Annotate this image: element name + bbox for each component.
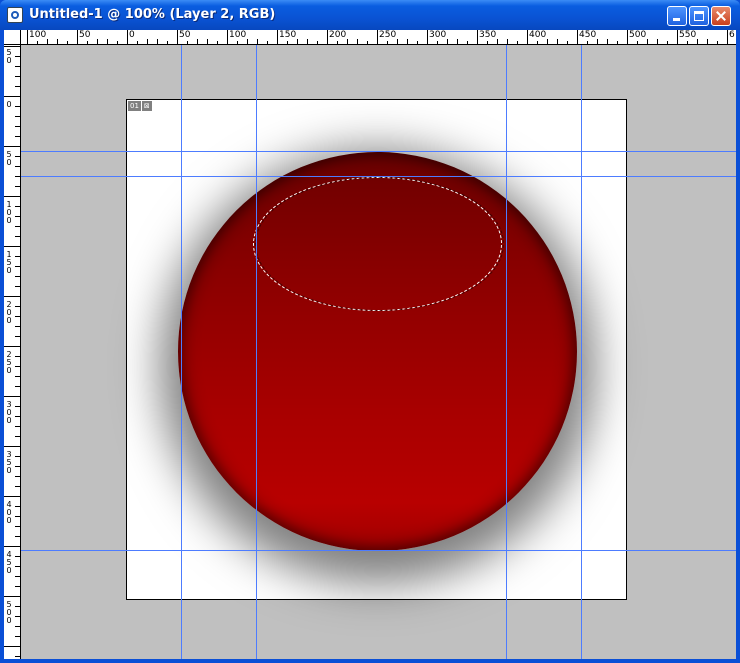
- close-icon: [712, 7, 730, 25]
- elliptical-selection-marquee[interactable]: [253, 177, 502, 311]
- ruler-label: 4 0 0: [6, 500, 12, 525]
- vertical-guide[interactable]: [256, 45, 257, 659]
- vertical-guide[interactable]: [506, 45, 507, 659]
- horizontal-guide[interactable]: [21, 550, 736, 551]
- vertical-ruler[interactable]: 5 0 0 5 0 1 0 0 1 5 0 2 0 0 2 5 0 3 0 0 …: [4, 45, 21, 659]
- ruler-label: 100: [229, 30, 247, 40]
- document-client-area: 100 50 0 50 100 150 200 250 300 350 400 …: [4, 30, 736, 659]
- ruler-label: 450: [579, 30, 597, 40]
- ruler-label: 1 5 0: [6, 250, 12, 275]
- ruler-label: 3 0 0: [6, 400, 12, 425]
- document-window: Untitled-1 @ 100% (Layer 2, RGB) 100 50 …: [0, 0, 740, 663]
- ruler-label: 6: [729, 30, 735, 40]
- ruler-label: 100: [29, 30, 47, 40]
- ruler-label: 5 0: [6, 48, 12, 65]
- ruler-label: 4 5 0: [6, 550, 12, 575]
- layer-badge: 01 ⊠: [128, 101, 152, 111]
- close-button[interactable]: [711, 6, 731, 26]
- ruler-label: 50: [179, 30, 191, 40]
- ruler-label: 2 5 0: [6, 350, 12, 375]
- ruler-label: 2 0 0: [6, 300, 12, 325]
- horizontal-guide[interactable]: [21, 151, 736, 152]
- window-title: Untitled-1 @ 100% (Layer 2, RGB): [29, 7, 276, 22]
- ruler-label: 1 0 0: [6, 200, 12, 225]
- ruler-label: 500: [629, 30, 647, 40]
- ruler-label: 300: [429, 30, 447, 40]
- canvas-workspace[interactable]: 01 ⊠: [21, 45, 736, 659]
- maximize-button[interactable]: [689, 6, 709, 26]
- ruler-label: 350: [479, 30, 497, 40]
- ruler-label: 150: [279, 30, 297, 40]
- ruler-label: 200: [329, 30, 347, 40]
- ruler-label: 5 0: [6, 150, 12, 167]
- vertical-guide[interactable]: [181, 45, 182, 659]
- maximize-icon: [690, 7, 708, 25]
- ruler-label: 3 5 0: [6, 450, 12, 475]
- ruler-label: 50: [79, 30, 91, 40]
- horizontal-guide[interactable]: [21, 176, 736, 177]
- ruler-label: 400: [529, 30, 547, 40]
- photoshop-document-icon[interactable]: [7, 7, 23, 23]
- vertical-guide[interactable]: [581, 45, 582, 659]
- minimize-icon: [668, 7, 686, 25]
- horizontal-ruler[interactable]: 100 50 0 50 100 150 200 250 300 350 400 …: [21, 30, 736, 45]
- ruler-origin-corner[interactable]: [4, 30, 21, 45]
- ruler-label: 0: [6, 100, 12, 109]
- ruler-label: 5 0 0: [6, 600, 12, 625]
- layer-mask-icon: ⊠: [141, 101, 152, 111]
- ruler-label: 0: [129, 30, 135, 40]
- layer-number: 01: [128, 101, 141, 111]
- ruler-label: 250: [379, 30, 397, 40]
- minimize-button[interactable]: [667, 6, 687, 26]
- title-bar[interactable]: Untitled-1 @ 100% (Layer 2, RGB): [0, 0, 740, 30]
- ruler-label: 550: [679, 30, 697, 40]
